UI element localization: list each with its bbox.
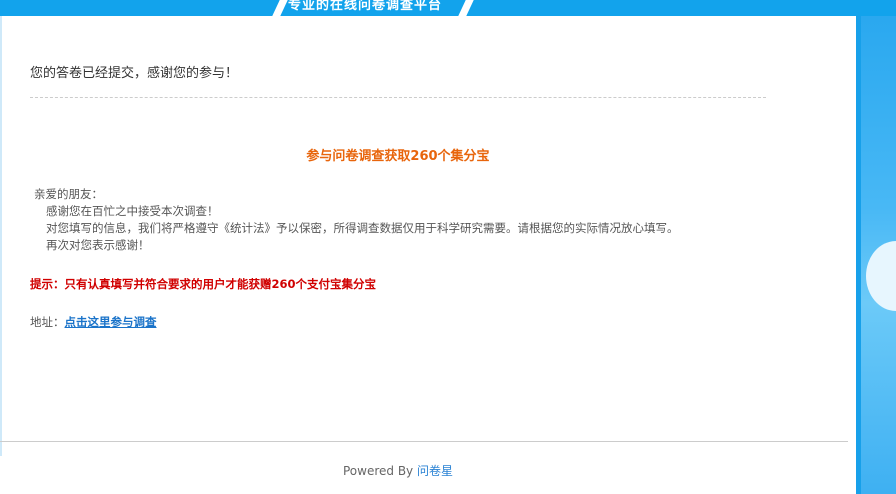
footer: Powered By 问卷星 — [0, 462, 796, 479]
right-decoration — [856, 16, 896, 494]
letter-line-3: 再次对您表示感谢！ — [46, 238, 150, 252]
dashed-divider — [30, 97, 766, 98]
right-decoration-edge — [856, 16, 861, 494]
banner-slash-right — [458, 0, 474, 16]
address-label: 地址： — [30, 315, 65, 329]
banner-tagline: 专业的在线问卷调查平台 — [288, 0, 443, 13]
powered-by-text: Powered By — [342, 464, 414, 478]
submitted-message: 您的答卷已经提交，感谢您的参与！ — [30, 66, 239, 81]
cloud-decoration — [866, 241, 896, 311]
top-banner: 专业的在线问卷调查平台 — [0, 0, 896, 16]
tip-message: 提示：只有认真填写并符合要求的用户才能获赠260个支付宝集分宝 — [30, 277, 377, 291]
address-row: 地址：点击这里参与调查 — [30, 314, 157, 330]
letter-line-1: 感谢您在百忙之中接受本次调查！ — [46, 204, 219, 218]
wjx-brand-link[interactable]: 问卷星 — [417, 464, 453, 478]
letter-text: 亲爱的朋友： 感谢您在百忙之中接受本次调查！ 对您填写的信息，我们将严格遵守《统… — [34, 186, 679, 254]
footer-divider — [0, 441, 848, 442]
letter-line-2: 对您填写的信息，我们将严格遵守《统计法》予以保密，所得调查数据仅用于科学研究需要… — [46, 221, 679, 235]
promo-title: 参与问卷调查获取260个集分宝 — [306, 149, 490, 164]
banner-slash-left — [272, 0, 288, 16]
participate-link[interactable]: 点击这里参与调查 — [65, 315, 157, 329]
content-panel: 您的答卷已经提交，感谢您的参与！ 参与问卷调查获取260个集分宝 亲爱的朋友： … — [0, 16, 856, 494]
letter-greeting: 亲爱的朋友： — [34, 187, 103, 201]
